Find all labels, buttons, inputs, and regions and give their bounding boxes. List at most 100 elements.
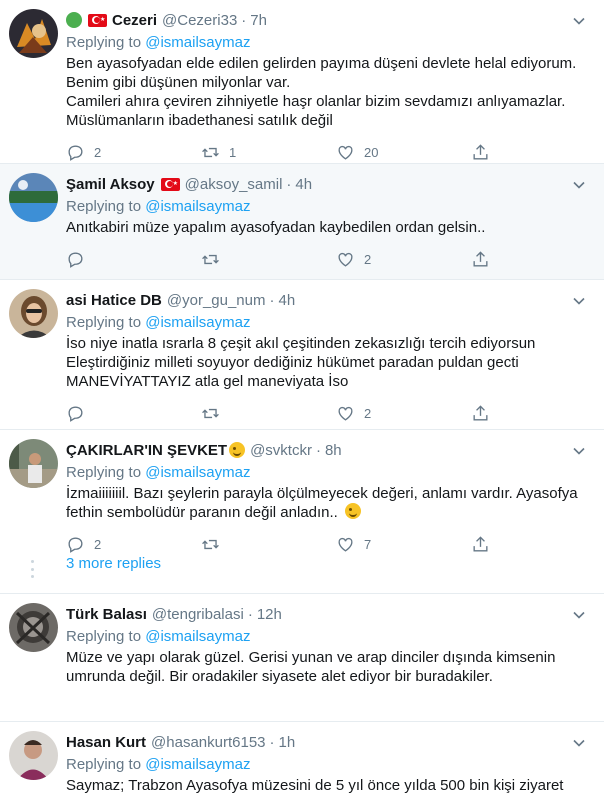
tweet-text-line: İzmaiiiiiiil. Bazı şeylerin parayla ölçü… — [66, 485, 578, 502]
like-button[interactable]: 7 — [336, 535, 471, 554]
replying-to: Replying to @ismailsaymaz — [66, 627, 589, 646]
retweet-icon — [202, 147, 219, 157]
retweet-button[interactable]: 1 — [201, 143, 336, 162]
reply-button[interactable] — [66, 404, 201, 423]
tweet[interactable]: Türk Balası @tengribalasi · 12h Replying… — [0, 594, 604, 722]
tweet-text: Ben ayasofyadan elde edilen gelirden pay… — [66, 54, 589, 130]
retweet-icon — [202, 254, 219, 264]
tweet-header: Türk Balası @tengribalasi · 12h — [66, 604, 589, 624]
separator-dot: · — [269, 291, 275, 309]
display-name[interactable]: Şamil Aksoy — [66, 176, 155, 193]
avatar[interactable] — [9, 9, 58, 58]
retweet-button[interactable] — [201, 250, 336, 269]
timestamp[interactable]: 4h — [295, 176, 312, 193]
caret-down-icon[interactable] — [572, 14, 586, 28]
user-handle[interactable]: @hasankurt6153 — [151, 734, 265, 751]
tweet-text-line: Camileri ahıra çeviren zihniyetle haşr o… — [66, 93, 566, 110]
share-button[interactable] — [471, 250, 501, 269]
user-handle[interactable]: @svktckr — [250, 442, 312, 459]
display-name[interactable]: ÇAKIRLAR'IN ŞEVKET — [66, 442, 227, 459]
tweet[interactable]: asi Hatice DB @yor_gu_num · 4h Replying … — [0, 280, 604, 430]
tweet-text-line: MANEVİYATTAYIZ atla gel maneviyata İso — [66, 373, 349, 390]
reply-button[interactable] — [66, 250, 201, 269]
reply-button[interactable]: 2 — [66, 143, 201, 162]
timestamp[interactable]: 1h — [279, 734, 296, 751]
tweet[interactable]: ★ Cezeri @Cezeri33 · 7h Replying to @ism… — [0, 0, 604, 164]
like-button[interactable]: 2 — [336, 250, 471, 269]
display-name[interactable]: Cezeri — [112, 12, 157, 29]
user-handle[interactable]: @Cezeri33 — [162, 12, 237, 29]
mention-link[interactable]: @ismailsaymaz — [145, 198, 250, 215]
more-replies-row[interactable]: 3 more replies — [0, 554, 604, 594]
share-button[interactable] — [471, 535, 501, 554]
tweet-text-line: Anıtkabiri müze yapalım ayasofyadan kayb… — [66, 219, 486, 236]
mention-link[interactable]: @ismailsaymaz — [145, 314, 250, 331]
replying-to: Replying to @ismailsaymaz — [66, 313, 589, 332]
like-count: 2 — [364, 251, 372, 267]
caret-down-icon[interactable] — [572, 736, 586, 750]
more-replies-link[interactable]: 3 more replies — [66, 555, 161, 572]
retweet-icon — [202, 539, 219, 549]
avatar[interactable] — [9, 731, 58, 780]
retweet-button[interactable] — [201, 535, 336, 554]
replying-to: Replying to @ismailsaymaz — [66, 463, 589, 482]
separator-dot: · — [286, 175, 292, 193]
retweet-button[interactable] — [201, 404, 336, 423]
avatar[interactable] — [9, 439, 58, 488]
replying-to-label: Replying to — [66, 756, 142, 773]
avatar[interactable] — [9, 289, 58, 338]
replying-to-label: Replying to — [66, 34, 142, 51]
timestamp[interactable]: 8h — [325, 442, 342, 459]
tweet-text-line: Ben ayasofyadan elde edilen gelirden pay… — [66, 55, 577, 72]
tweet-text-line: Müze ve yapı olarak güzel. Gerisi yunan … — [66, 649, 556, 666]
tweet-text: İso niye inatla ısrarla 8 çeşit akıl çeş… — [66, 334, 589, 391]
replying-to: Replying to @ismailsaymaz — [66, 197, 589, 216]
tweet-text-line: Benim gibi düşünen milyonlar var. — [66, 74, 291, 91]
like-button[interactable]: 2 — [336, 404, 471, 423]
mention-link[interactable]: @ismailsaymaz — [145, 628, 250, 645]
replying-to: Replying to @ismailsaymaz — [66, 755, 589, 774]
winking-face-icon — [345, 503, 362, 519]
user-handle[interactable]: @tengribalasi — [152, 606, 244, 623]
display-name[interactable]: Türk Balası — [66, 606, 147, 623]
caret-down-icon[interactable] — [572, 608, 586, 622]
mention-link[interactable]: @ismailsaymaz — [145, 464, 250, 481]
caret-down-icon[interactable] — [572, 444, 586, 458]
timestamp[interactable]: 4h — [279, 292, 296, 309]
replying-to-label: Replying to — [66, 198, 142, 215]
tweet[interactable]: Hasan Kurt @hasankurt6153 · 1h Replying … — [0, 722, 604, 811]
display-name[interactable]: asi Hatice DB — [66, 292, 162, 309]
user-handle[interactable]: @aksoy_samil — [185, 176, 283, 193]
share-icon — [473, 404, 488, 421]
reply-button[interactable]: 2 — [66, 535, 201, 554]
retweet-icon — [202, 408, 219, 418]
user-handle[interactable]: @yor_gu_num — [167, 292, 266, 309]
timestamp[interactable]: 12h — [257, 606, 282, 623]
tweet-header: ★ Cezeri @Cezeri33 · 7h — [66, 10, 589, 30]
tweet-text-line: Saymaz; Trabzon Ayasofya müzesini de 5 y… — [66, 777, 564, 794]
tweet-text-line: Müslümanların ibadethanesi satılık değil — [66, 112, 333, 129]
caret-down-icon[interactable] — [572, 178, 586, 192]
avatar[interactable] — [9, 603, 58, 652]
avatar[interactable] — [9, 173, 58, 222]
tweet-text: İzmaiiiiiiil. Bazı şeylerin parayla ölçü… — [66, 484, 589, 522]
tweet-actions: 2 — [66, 395, 589, 431]
tweet[interactable]: Şamil Aksoy ★ @aksoy_samil · 4h Replying… — [0, 164, 604, 280]
tweet-text-line: Eleştirdiğiniz milleti soyuyor dediğiniz… — [66, 354, 519, 371]
share-button[interactable] — [471, 143, 501, 162]
mention-link[interactable]: @ismailsaymaz — [145, 756, 250, 773]
timestamp[interactable]: 7h — [250, 12, 267, 29]
tweet-text-line: umrunda değil. Bir oradakiler siyasete a… — [66, 668, 493, 685]
tweet-header: Şamil Aksoy ★ @aksoy_samil · 4h — [66, 174, 589, 194]
reply-icon — [68, 144, 83, 161]
tweet[interactable]: ÇAKIRLAR'IN ŞEVKET @svktckr · 8h Replyin… — [0, 430, 604, 554]
display-name[interactable]: Hasan Kurt — [66, 734, 146, 751]
share-button[interactable] — [471, 404, 501, 423]
mention-link[interactable]: @ismailsaymaz — [145, 34, 250, 51]
caret-down-icon[interactable] — [572, 294, 586, 308]
share-icon — [473, 143, 488, 160]
like-icon — [338, 406, 353, 421]
reply-icon — [68, 536, 83, 553]
like-count: 7 — [364, 536, 372, 552]
like-button[interactable]: 20 — [336, 143, 471, 162]
